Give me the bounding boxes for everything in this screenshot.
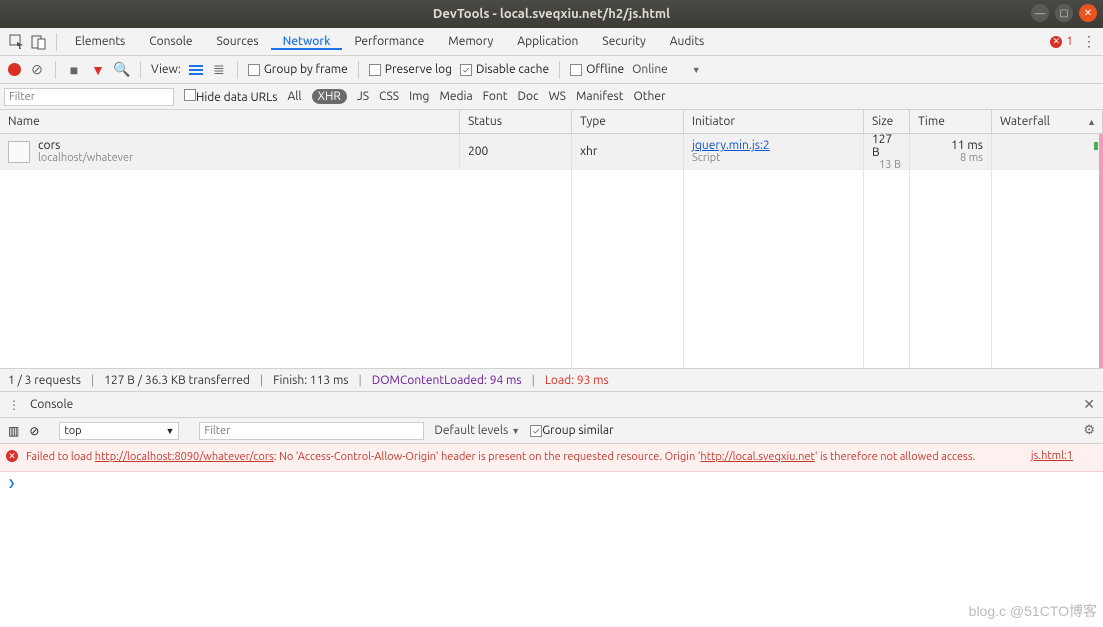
table-row[interactable]: corslocalhost/whatever 200 xhr jquery.mi…: [0, 134, 1103, 170]
filter-type-all[interactable]: All: [287, 90, 301, 103]
request-size: 127 B: [872, 133, 901, 159]
request-time: 11 ms: [951, 139, 983, 152]
request-initiator[interactable]: jquery.min.js:2: [692, 139, 855, 152]
large-rows-icon[interactable]: [189, 65, 203, 75]
search-icon[interactable]: 🔍: [114, 62, 130, 78]
tab-performance[interactable]: Performance: [342, 35, 436, 48]
view-label: View:: [151, 63, 181, 76]
devtools-tabbar: ElementsConsoleSourcesNetworkPerformance…: [0, 28, 1103, 56]
column-status[interactable]: Status: [460, 110, 572, 133]
tab-memory[interactable]: Memory: [436, 35, 505, 48]
error-count: 1: [1066, 35, 1073, 48]
clear-icon[interactable]: ⊘: [29, 62, 45, 78]
column-time[interactable]: Time: [910, 110, 992, 133]
summary-transferred: 127 B / 36.3 KB transferred: [104, 374, 250, 387]
window-maximize-button[interactable]: ▢: [1055, 4, 1073, 22]
console-error-source[interactable]: js.html:1: [1031, 450, 1073, 465]
filter-type-js[interactable]: JS: [357, 90, 369, 103]
column-waterfall[interactable]: Waterfall▲: [992, 110, 1103, 133]
console-levels-select[interactable]: Default levels▼: [434, 424, 520, 437]
network-toolbar: ⊘ ■ ▼ 🔍 View: ≣ Group by frame Preserve …: [0, 56, 1103, 84]
console-drawer-tabbar: ⋮ Console ✕: [0, 392, 1103, 418]
column-initiator[interactable]: Initiator: [684, 110, 864, 133]
window-titlebar: DevTools - local.sveqxiu.net/h2/js.html …: [0, 0, 1103, 28]
waterfall-marker: [1099, 134, 1103, 368]
filter-input[interactable]: [4, 88, 174, 106]
request-initiator-type: Script: [692, 152, 855, 164]
summary-finish: Finish: 113 ms: [273, 374, 348, 387]
table-body: corslocalhost/whatever 200 xhr jquery.mi…: [0, 134, 1103, 368]
console-sidebar-icon[interactable]: ▥: [8, 424, 19, 438]
filter-type-ws[interactable]: WS: [549, 90, 566, 103]
summary-load: Load: 93 ms: [545, 374, 609, 387]
filter-bar: Hide data URLs All XHR JS CSS Img Media Font Do…: [0, 84, 1103, 110]
record-button[interactable]: [8, 63, 21, 76]
summary-domcontentloaded: DOMContentLoaded: 94 ms: [372, 374, 522, 387]
console-context-select[interactable]: top▼: [59, 422, 179, 440]
console-error-message[interactable]: ✕ Failed to load http://localhost:8090/w…: [0, 444, 1103, 472]
error-origin[interactable]: http://local.sveqxiu.net: [700, 451, 814, 463]
tab-security[interactable]: Security: [590, 35, 657, 48]
summary-requests: 1 / 3 requests: [8, 374, 81, 387]
inspect-element-icon[interactable]: [6, 31, 28, 53]
console-filter-input[interactable]: [199, 422, 424, 440]
hide-data-urls-checkbox[interactable]: Hide data URLs: [184, 89, 277, 104]
tab-sources[interactable]: Sources: [204, 35, 270, 48]
camera-icon[interactable]: ■: [66, 62, 82, 78]
file-icon: [8, 141, 30, 163]
console-prompt[interactable]: ❯: [0, 472, 1103, 494]
disable-cache-checkbox[interactable]: Disable cache: [460, 63, 549, 76]
tab-network[interactable]: Network: [271, 35, 343, 50]
request-host: localhost/whatever: [38, 152, 133, 164]
watermark: blog.c @51CTO博客: [969, 601, 1097, 621]
group-similar-checkbox[interactable]: Group similar: [530, 424, 613, 437]
error-badge-icon: ✕: [6, 450, 18, 462]
window-title: DevTools - local.sveqxiu.net/h2/js.html: [0, 7, 1103, 21]
filter-type-media[interactable]: Media: [439, 90, 472, 103]
tab-audits[interactable]: Audits: [658, 35, 717, 48]
console-error-text: Failed to load http://localhost:8090/wha…: [26, 450, 975, 465]
throttling-select[interactable]: Online▼: [632, 63, 701, 76]
waterfall-bar: [1094, 142, 1098, 150]
tab-console[interactable]: Console: [137, 35, 204, 48]
filter-type-doc[interactable]: Doc: [518, 90, 539, 103]
overview-toggle-icon[interactable]: ≣: [211, 62, 227, 78]
column-size[interactable]: Size: [864, 110, 910, 133]
error-url[interactable]: http://localhost:8090/whatever/cors: [95, 451, 274, 463]
offline-checkbox[interactable]: Offline: [570, 63, 624, 76]
filter-type-css[interactable]: CSS: [379, 90, 399, 103]
preserve-log-checkbox[interactable]: Preserve log: [369, 63, 452, 76]
network-summary: 1 / 3 requests| 127 B / 36.3 KB transfer…: [0, 368, 1103, 392]
drawer-menu-icon[interactable]: ⋮: [8, 398, 20, 412]
filter-type-manifest[interactable]: Manifest: [576, 90, 623, 103]
drawer-close-icon[interactable]: ✕: [1083, 396, 1095, 413]
console-settings-icon[interactable]: ⚙: [1083, 423, 1095, 438]
request-name: cors: [38, 139, 133, 152]
group-by-frame-checkbox[interactable]: Group by frame: [248, 63, 348, 76]
tab-elements[interactable]: Elements: [63, 35, 137, 48]
tab-application[interactable]: Application: [505, 35, 590, 48]
console-tab[interactable]: Console: [30, 398, 73, 411]
request-size-sub: 13 B: [879, 159, 901, 171]
filter-type-other[interactable]: Other: [633, 90, 665, 103]
window-close-button[interactable]: ✕: [1079, 4, 1097, 22]
request-time-sub: 8 ms: [960, 152, 983, 164]
filter-type-img[interactable]: Img: [409, 90, 429, 103]
request-type: xhr: [580, 145, 675, 158]
network-table: Name Status Type Initiator Size Time Wat…: [0, 110, 1103, 368]
column-name[interactable]: Name: [0, 110, 460, 133]
table-header: Name Status Type Initiator Size Time Wat…: [0, 110, 1103, 134]
column-type[interactable]: Type: [572, 110, 684, 133]
filter-type-xhr[interactable]: XHR: [312, 89, 347, 104]
request-status: 200: [468, 145, 563, 158]
filter-toggle-icon[interactable]: ▼: [90, 62, 106, 78]
more-menu-icon[interactable]: ⋮: [1081, 33, 1097, 50]
window-minimize-button[interactable]: —: [1031, 4, 1049, 22]
device-toolbar-icon[interactable]: [28, 31, 50, 53]
error-icon: ✕: [1050, 36, 1062, 48]
error-counter[interactable]: ✕ 1: [1050, 35, 1073, 48]
console-toolbar: ▥ ⊘ top▼ Default levels▼ Group similar ⚙: [0, 418, 1103, 444]
console-clear-icon[interactable]: ⊘: [29, 424, 39, 438]
filter-type-font[interactable]: Font: [483, 90, 508, 103]
